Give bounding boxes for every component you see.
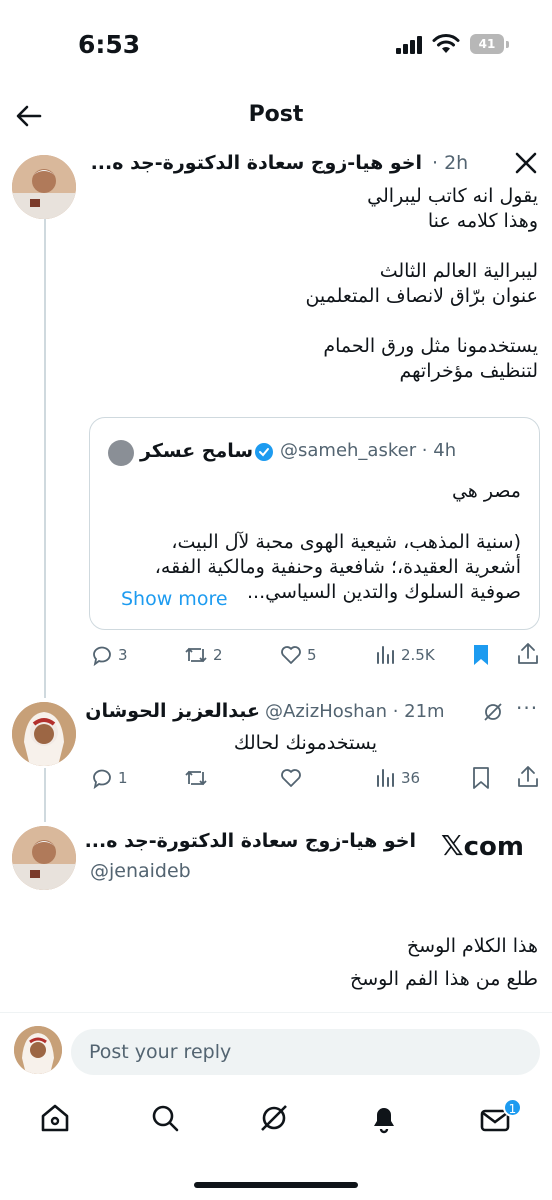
x-logo-icon xyxy=(515,152,537,174)
post-timestamp: · 2h xyxy=(432,152,469,174)
views-button[interactable]: 2.5K xyxy=(375,643,435,667)
author-handle: @jenaideb xyxy=(90,860,191,882)
avatar[interactable] xyxy=(12,155,76,219)
show-more-link[interactable]: Show more xyxy=(121,588,234,610)
wifi-icon xyxy=(432,34,460,53)
quote-handle: @sameh_asker · 4h xyxy=(280,440,457,461)
verified-badge-icon xyxy=(255,443,273,461)
divider xyxy=(0,1012,552,1013)
views-count: 2.5K xyxy=(401,646,435,664)
views-icon xyxy=(377,646,394,664)
views-button[interactable]: 36 xyxy=(375,766,420,790)
share-icon[interactable] xyxy=(516,641,540,667)
reply-input[interactable]: Post your reply xyxy=(71,1029,540,1075)
author-name[interactable]: عبدالعزيز الحوشان xyxy=(85,700,260,722)
views-count: 36 xyxy=(401,769,421,787)
author-name[interactable]: اخو هيا-زوج سعادة الدكتورة-جد ه... xyxy=(92,152,422,174)
avatar-image xyxy=(14,1026,62,1074)
bookmark-icon[interactable] xyxy=(470,766,492,790)
grok-icon[interactable] xyxy=(481,700,505,724)
source-label: com xyxy=(463,832,524,862)
repost-icon xyxy=(185,647,207,663)
battery-tip xyxy=(506,41,509,48)
reply-icon xyxy=(93,646,111,667)
bookmark-icon[interactable] xyxy=(470,643,492,667)
post-text: يستخدمونك لحالك xyxy=(233,732,377,754)
signal-icon xyxy=(396,36,422,54)
my-avatar[interactable] xyxy=(14,1026,62,1074)
thread-line xyxy=(44,190,46,698)
heart-icon xyxy=(281,646,301,664)
status-bar: 6:53 41 xyxy=(0,0,552,92)
heart-icon xyxy=(281,769,301,787)
reply-button[interactable]: 3 xyxy=(90,643,128,667)
author-handle: @AzizHoshan · 21m xyxy=(265,701,445,722)
avatar[interactable] xyxy=(12,702,76,766)
home-icon[interactable] xyxy=(39,1102,71,1134)
x-com-label: 𝕏com xyxy=(441,829,524,862)
post-text: يقول انه كاتب ليبرالي وهذا كلامه عنا ليب… xyxy=(305,185,538,382)
quoted-post[interactable]: سامح عسكر @sameh_asker · 4h مصر هي (سنية… xyxy=(89,417,540,630)
search-icon[interactable] xyxy=(149,1102,181,1134)
reply-count: 3 xyxy=(118,646,128,664)
like-button[interactable]: 5 xyxy=(279,643,317,667)
reply-button[interactable]: 1 xyxy=(90,766,128,790)
like-count: 5 xyxy=(307,646,317,664)
reply-icon xyxy=(93,769,111,790)
messages-badge: 1 xyxy=(503,1098,522,1117)
avatar-image xyxy=(12,826,76,890)
x-logo-icon: 𝕏 xyxy=(441,829,464,862)
battery-indicator: 41 xyxy=(470,34,504,54)
grok-icon[interactable] xyxy=(258,1102,290,1134)
avatar-image xyxy=(12,702,76,766)
status-time: 6:53 xyxy=(78,30,141,59)
quote-author-name: سامح عسكر xyxy=(140,440,254,462)
thread-line xyxy=(44,768,46,822)
avatar[interactable] xyxy=(12,826,76,890)
home-indicator xyxy=(194,1182,358,1188)
notifications-icon[interactable] xyxy=(368,1102,400,1134)
share-icon[interactable] xyxy=(516,764,540,790)
views-icon xyxy=(377,769,394,787)
like-button[interactable] xyxy=(279,766,303,790)
quote-line1: مصر هي xyxy=(451,480,521,502)
more-options-icon[interactable]: ··· xyxy=(516,696,538,720)
quote-avatar xyxy=(108,440,134,466)
post-text: هذا الكلام الوسخ طلع من هذا الفم الوسخ xyxy=(350,935,538,990)
avatar-image xyxy=(12,155,76,219)
repost-icon xyxy=(185,770,207,786)
reply-count: 1 xyxy=(118,769,128,787)
author-name[interactable]: اخو هيا-زوج سعادة الدكتورة-جد ه... xyxy=(86,830,416,852)
repost-count: 2 xyxy=(213,646,223,664)
page-title: Post xyxy=(248,102,304,127)
repost-button[interactable] xyxy=(183,766,209,790)
repost-button[interactable]: 2 xyxy=(183,643,223,667)
